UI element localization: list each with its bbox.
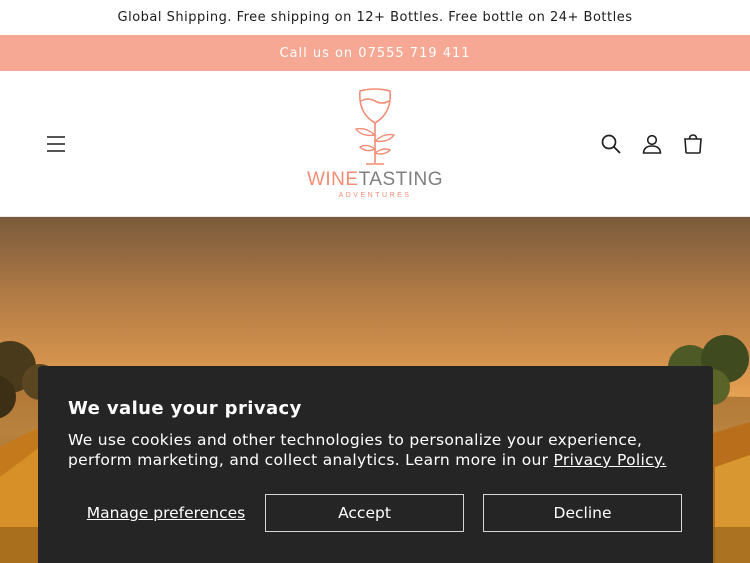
manage-preferences-link[interactable]: Manage preferences — [68, 494, 264, 532]
logo-tagline: ADVENTURES — [338, 192, 412, 199]
accept-button[interactable]: Accept — [265, 494, 464, 532]
cookie-body: We use cookies and other technologies to… — [68, 430, 688, 470]
search-icon[interactable] — [599, 132, 623, 156]
announcement-call: Call us on 07555 719 411 — [0, 35, 750, 71]
wine-glass-logo-icon — [354, 88, 396, 165]
account-icon[interactable] — [640, 132, 664, 156]
cookie-title: We value your privacy — [68, 398, 302, 419]
logo-word-tasting: TASTING — [358, 169, 444, 190]
logo-word-wine: WINE — [306, 169, 359, 190]
announcement-shipping-text: Global Shipping. Free shipping on 12+ Bo… — [117, 10, 633, 25]
menu-icon[interactable] — [44, 132, 68, 156]
cart-icon[interactable] — [681, 132, 705, 156]
announcement-shipping: Global Shipping. Free shipping on 12+ Bo… — [0, 0, 750, 35]
site-logo[interactable]: WINETASTING ADVENTURES — [300, 85, 450, 205]
privacy-policy-link[interactable]: Privacy Policy. — [554, 451, 667, 469]
site-header: WINETASTING ADVENTURES — [0, 71, 750, 217]
decline-button[interactable]: Decline — [483, 494, 682, 532]
logo-wordmark: WINETASTING — [300, 169, 450, 191]
cookie-banner: We value your privacy We use cookies and… — [38, 366, 713, 563]
announcement-call-text: Call us on 07555 719 411 — [279, 45, 471, 61]
